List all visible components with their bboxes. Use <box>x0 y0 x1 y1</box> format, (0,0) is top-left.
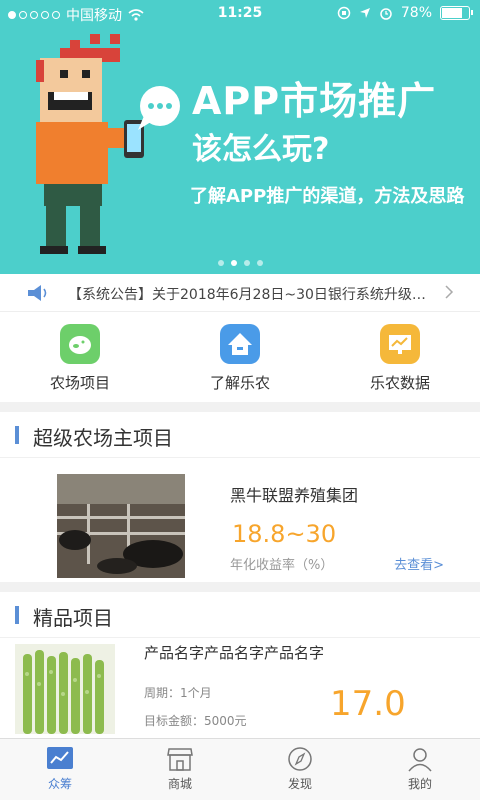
announcement-bar[interactable]: 【系统公告】关于2018年6月28日~30日银行系统升级维护的公告 <box>0 274 480 312</box>
tab-discover[interactable]: 发现 <box>240 739 360 800</box>
chart-icon <box>380 324 420 364</box>
app-screen: APP市场推广 该怎么玩? 了解APP推广的渠道，方法及思路 中国移动 11:2… <box>0 0 480 800</box>
banner-subtitle: 该怎么玩? <box>192 132 330 167</box>
quick-menu-label: 了解乐农 <box>209 374 270 392</box>
quick-menu: 农场项目 了解乐农 乐农数据 <box>0 312 480 402</box>
bottom-tab-bar: 众筹 商城 发现 我的 <box>0 738 480 800</box>
section-accent-bar <box>15 606 19 624</box>
house-icon <box>220 324 260 364</box>
quick-farm-projects[interactable]: 农场项目 <box>0 312 160 402</box>
product-image[interactable] <box>15 644 115 734</box>
banner-page-indicator[interactable] <box>0 260 480 266</box>
tab-label: 我的 <box>407 777 432 791</box>
banner-page-dot[interactable] <box>243 260 250 266</box>
compass-icon <box>288 747 312 771</box>
cattle-farm-image[interactable] <box>57 474 185 578</box>
view-farm-link[interactable]: 去查看> <box>394 554 444 573</box>
tab-crowdfunding[interactable]: 众筹 <box>0 739 120 800</box>
pig-icon <box>60 324 100 364</box>
super-farm-section: 超级农场主项目 黑牛联盟养殖集团 18.8~30 年化收益率（%） 去查看> <box>0 412 480 582</box>
section-header: 超级农场主项目 <box>0 412 480 458</box>
section-header: 精品项目 <box>0 592 480 638</box>
section-title: 精品项目 <box>33 606 113 630</box>
rotation-lock-icon <box>337 6 351 20</box>
pixel-character-illustration <box>36 34 180 254</box>
product-target-amount: 目标金额：5000元 <box>144 714 247 728</box>
quick-menu-label: 乐农数据 <box>369 374 430 392</box>
farm-annual-rate: 18.8~30 <box>232 520 337 548</box>
product-name: 产品名字产品名字产品名字 <box>144 644 325 662</box>
tab-mine[interactable]: 我的 <box>360 739 480 800</box>
location-icon <box>359 8 370 18</box>
tab-label: 发现 <box>287 777 312 791</box>
store-icon <box>167 748 193 771</box>
tab-label: 众筹 <box>47 777 72 791</box>
status-bar: 中国移动 11:25 78% <box>0 0 480 28</box>
alarm-icon <box>380 8 392 20</box>
farm-name: 黑牛联盟养殖集团 <box>230 486 359 505</box>
premium-products-section: 精品项目 产品名字产品名字产品名字 周期：1个月 目标金额：5000元 17.0 <box>0 592 480 742</box>
banner-page-dot[interactable] <box>256 260 263 266</box>
crowdfund-icon <box>47 747 73 769</box>
banner-title: APP市场推广 <box>192 79 437 123</box>
promo-banner[interactable]: APP市场推广 该怎么玩? 了解APP推广的渠道，方法及思路 <box>0 0 480 274</box>
product-price: 17.0 <box>330 684 406 724</box>
user-icon <box>408 748 432 772</box>
section-title: 超级农场主项目 <box>33 426 173 450</box>
banner-description: 了解APP推广的渠道，方法及思路 <box>190 186 465 207</box>
banner-page-dot[interactable] <box>217 260 224 266</box>
tab-store[interactable]: 商城 <box>120 739 240 800</box>
quick-about-lenong[interactable]: 了解乐农 <box>160 312 320 402</box>
quick-menu-label: 农场项目 <box>49 374 110 392</box>
battery-icon <box>440 6 473 20</box>
announcement-text: 【系统公告】关于2018年6月28日~30日银行系统升级维护的公告 <box>68 287 428 303</box>
banner-page-dot[interactable] <box>230 260 237 266</box>
farm-rate-label: 年化收益率（%） <box>230 558 334 573</box>
chevron-right-icon <box>445 285 454 299</box>
product-period: 周期：1个月 <box>144 686 212 700</box>
quick-lenong-data[interactable]: 乐农数据 <box>320 312 480 402</box>
speaker-icon <box>28 285 47 301</box>
section-accent-bar <box>15 426 19 444</box>
tab-label: 商城 <box>167 777 192 791</box>
battery-percentage: 78% <box>400 5 432 21</box>
